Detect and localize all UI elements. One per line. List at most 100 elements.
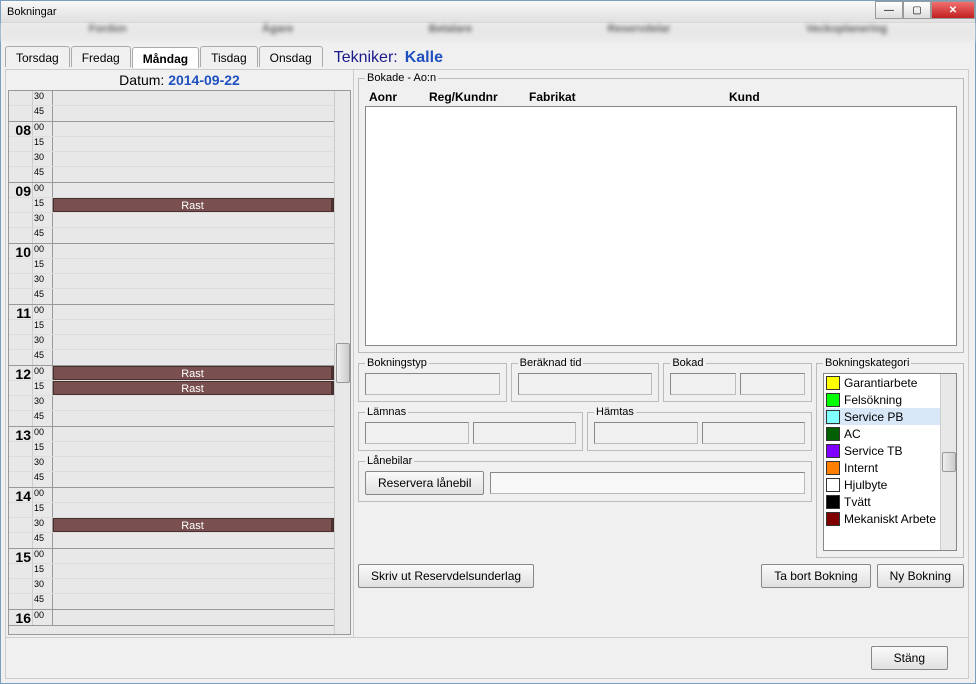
time-slot[interactable]: 15	[9, 503, 334, 518]
lanebilar-fieldset: Lånebilar Reservera lånebil	[358, 455, 812, 502]
time-slot[interactable]: 0800	[9, 122, 334, 137]
day-tab-torsdag[interactable]: Torsdag	[5, 46, 70, 67]
time-slot[interactable]: 30	[9, 213, 334, 228]
time-slot[interactable]: 30	[9, 457, 334, 472]
time-slot[interactable]: 45	[9, 167, 334, 182]
kategori-item[interactable]: Service TB	[824, 442, 956, 459]
time-slot[interactable]: 15	[9, 259, 334, 274]
lanebil-display[interactable]	[490, 472, 805, 494]
day-tab-tisdag[interactable]: Tisdag	[200, 46, 258, 67]
rast-block[interactable]: Rast	[53, 198, 334, 212]
bokad-input-1[interactable]	[670, 373, 735, 395]
close-button[interactable]: ✕	[931, 1, 975, 19]
stang-button[interactable]: Stäng	[871, 646, 948, 670]
time-slot[interactable]: 1100	[9, 305, 334, 320]
time-slot[interactable]: 45	[9, 106, 334, 121]
kategori-item[interactable]: Service PB	[824, 408, 956, 425]
header-fabrikat: Fabrikat	[529, 90, 729, 104]
kategori-scrollbar[interactable]	[940, 374, 956, 550]
time-slot[interactable]: 1400	[9, 488, 334, 503]
kategori-label: Mekaniskt Arbete	[844, 512, 936, 526]
reservera-lanebil-button[interactable]: Reservera lånebil	[365, 471, 484, 495]
lamnas-input-1[interactable]	[365, 422, 469, 444]
ny-bokning-button[interactable]: Ny Bokning	[877, 564, 964, 588]
scrollbar-thumb[interactable]	[336, 343, 350, 383]
rast-block[interactable]: Rast	[53, 366, 334, 380]
maximize-button[interactable]: ▢	[903, 1, 931, 19]
row-lamnas-hamtas: Lämnas Hämtas	[358, 404, 812, 453]
timeline-scrollbar[interactable]	[334, 91, 350, 634]
lamnas-fieldset: Lämnas	[358, 406, 583, 451]
timeline: 30450800153045090015Rast3045100015304511…	[8, 90, 351, 635]
lamnas-label: Lämnas	[365, 406, 408, 418]
time-slot[interactable]: 1000	[9, 244, 334, 259]
time-slot[interactable]: 1200Rast	[9, 366, 334, 381]
time-slot[interactable]: 30	[9, 579, 334, 594]
kategori-item[interactable]: Felsökning	[824, 391, 956, 408]
date-header: Datum: 2014-09-22	[6, 70, 353, 90]
kategori-item[interactable]: AC	[824, 425, 956, 442]
color-swatch	[826, 495, 840, 509]
bokade-list[interactable]	[365, 106, 957, 346]
time-slot[interactable]: 45	[9, 411, 334, 426]
hamtas-input-2[interactable]	[702, 422, 806, 444]
kategori-item[interactable]: Tvätt	[824, 493, 956, 510]
time-slot[interactable]: 45	[9, 472, 334, 487]
color-swatch	[826, 444, 840, 458]
mid-left: Bokningstyp Beräknad tid Bokad	[358, 355, 812, 560]
bokningstyp-input[interactable]	[365, 373, 500, 395]
bokad-input-2[interactable]	[740, 373, 805, 395]
day-tab-måndag[interactable]: Måndag	[132, 47, 199, 68]
bokningstyp-fieldset: Bokningstyp	[358, 357, 507, 402]
time-slot[interactable]: 30	[9, 335, 334, 350]
time-slot[interactable]: 1300	[9, 427, 334, 442]
time-slot[interactable]: 30	[9, 274, 334, 289]
kategori-label: Service TB	[844, 444, 902, 458]
kategori-item[interactable]: Mekaniskt Arbete	[824, 510, 956, 527]
beraknad-fieldset: Beräknad tid	[511, 357, 660, 402]
time-slot[interactable]: 1500	[9, 549, 334, 564]
content-panel: Datum: 2014-09-22 30450800153045090015Ra…	[5, 69, 969, 679]
time-slot[interactable]: 45	[9, 594, 334, 609]
time-slot[interactable]: 45	[9, 289, 334, 304]
ta-bort-bokning-button[interactable]: Ta bort Bokning	[761, 564, 870, 588]
time-slot[interactable]: 30	[9, 152, 334, 167]
header-kund: Kund	[729, 90, 953, 104]
time-slot[interactable]: 45	[9, 350, 334, 365]
mid-section: Bokningstyp Beräknad tid Bokad	[358, 355, 964, 560]
titlebar: Bokningar — ▢ ✕	[1, 1, 975, 23]
day-tab-fredag[interactable]: Fredag	[71, 46, 131, 67]
kategori-list[interactable]: GarantiarbeteFelsökningService PBAC Servi…	[823, 373, 957, 551]
time-slot[interactable]: 1600	[9, 610, 334, 625]
rast-block[interactable]: Rast	[53, 381, 334, 395]
time-slot[interactable]: 15Rast	[9, 381, 334, 396]
time-slot[interactable]: 15Rast	[9, 198, 334, 213]
time-slot[interactable]: 15	[9, 137, 334, 152]
rast-block[interactable]: Rast	[53, 518, 334, 532]
kategori-item[interactable]: Hjulbyte	[824, 476, 956, 493]
timeline-grid[interactable]: 30450800153045090015Rast3045100015304511…	[9, 91, 334, 634]
kategori-label: Hjulbyte	[844, 478, 887, 492]
time-slot[interactable]: 45	[9, 533, 334, 548]
time-slot[interactable]: 15	[9, 564, 334, 579]
hamtas-input-1[interactable]	[594, 422, 698, 444]
lamnas-input-2[interactable]	[473, 422, 577, 444]
skriv-ut-button[interactable]: Skriv ut Reservdelsunderlag	[358, 564, 534, 588]
time-slot[interactable]: 15	[9, 320, 334, 335]
color-swatch	[826, 376, 840, 390]
minimize-button[interactable]: —	[875, 1, 903, 19]
time-slot[interactable]: 0900	[9, 183, 334, 198]
beraknad-input[interactable]	[518, 373, 653, 395]
time-slot[interactable]: 30Rast	[9, 518, 334, 533]
time-slot[interactable]: 45	[9, 228, 334, 243]
beraknad-label: Beräknad tid	[518, 357, 584, 369]
kategori-scroll-thumb[interactable]	[942, 452, 956, 472]
time-slot[interactable]: 30	[9, 396, 334, 411]
time-slot[interactable]: 30	[9, 91, 334, 106]
background-tabs-blurred: Fordon Ägare Betalare Reservdelar Veckop…	[1, 23, 975, 41]
time-slot[interactable]: 15	[9, 442, 334, 457]
color-swatch	[826, 393, 840, 407]
day-tab-onsdag[interactable]: Onsdag	[259, 46, 323, 67]
kategori-item[interactable]: Garantiarbete	[824, 374, 956, 391]
kategori-item[interactable]: Internt	[824, 459, 956, 476]
